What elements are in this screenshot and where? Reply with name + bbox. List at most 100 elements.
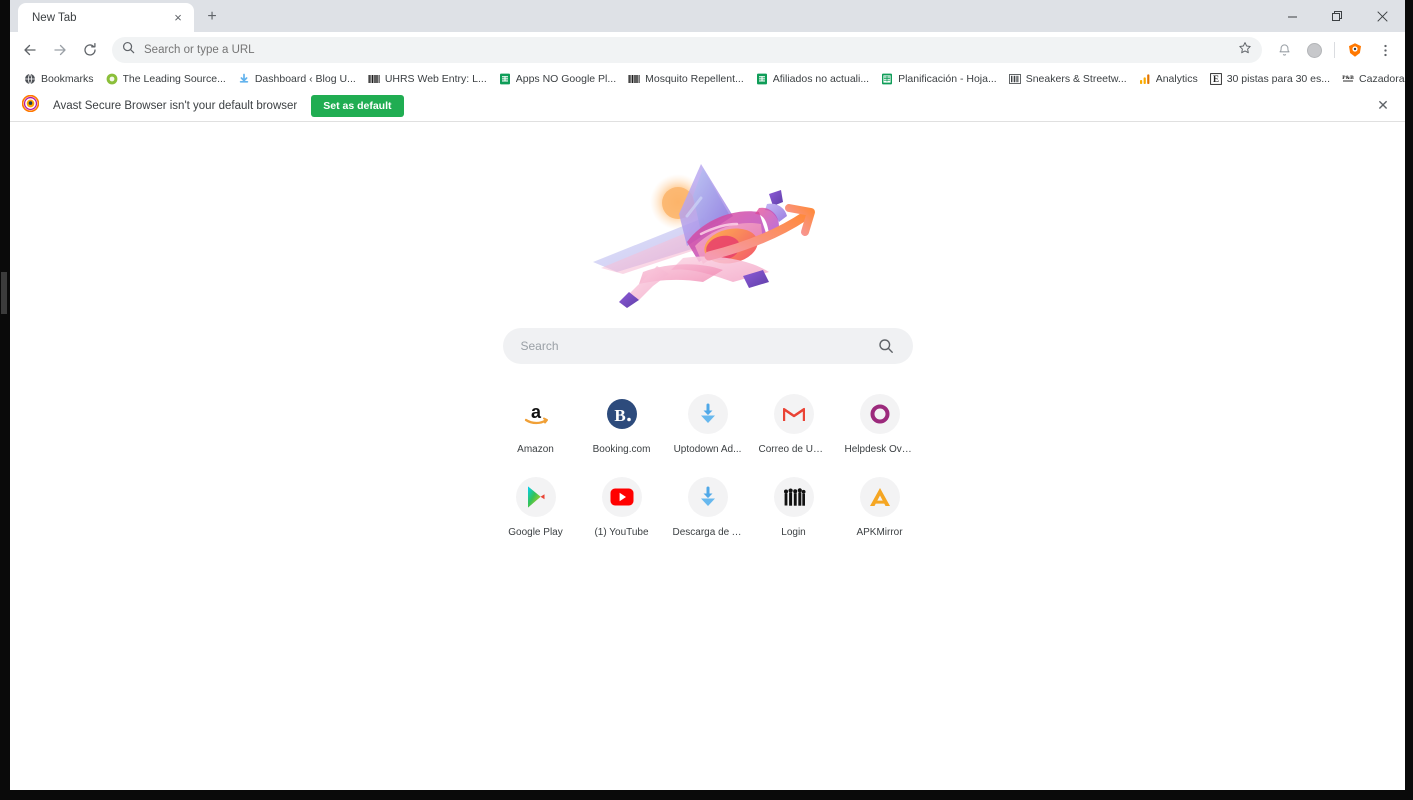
people-silhouette-icon xyxy=(773,477,814,517)
set-as-default-button[interactable]: Set as default xyxy=(311,94,404,117)
bookmark-item-the-leading-source[interactable]: The Leading Source... xyxy=(100,71,232,87)
shortcut-google-play[interactable]: Google Play xyxy=(493,477,579,538)
profile-avatar[interactable] xyxy=(1300,36,1328,64)
analytics-icon xyxy=(1139,73,1151,85)
back-icon[interactable] xyxy=(16,36,44,64)
browser-toolbar xyxy=(10,32,1405,68)
bookmark-item-30-pistas[interactable]: E 30 pistas para 30 es... xyxy=(1204,71,1336,87)
left-window-gutter xyxy=(0,0,10,800)
tab-title: New Tab xyxy=(32,11,77,24)
search-icon[interactable] xyxy=(877,337,895,355)
bookmark-item-mosquito-repellent[interactable]: Mosquito Repellent... xyxy=(622,71,750,87)
sheets-icon xyxy=(499,73,511,85)
close-icon[interactable]: × xyxy=(170,10,186,26)
shortcut-label: Descarga de A... xyxy=(672,527,743,538)
address-bar[interactable] xyxy=(112,37,1262,63)
shortcut-apkmirror[interactable]: APKMirror xyxy=(837,477,923,538)
helpdesk-ring-icon xyxy=(859,394,900,434)
amazon-icon: a xyxy=(515,394,556,434)
bookmark-label: Planificación - Hoja... xyxy=(898,72,997,85)
close-icon[interactable]: ✕ xyxy=(1373,96,1393,116)
infobar-message: Avast Secure Browser isn't your default … xyxy=(53,99,298,112)
bookmark-item-afiliados[interactable]: Afiliados no actuali... xyxy=(750,71,875,87)
close-window-icon[interactable] xyxy=(1360,0,1405,32)
bookmark-item-planificacion[interactable]: Planificación - Hoja... xyxy=(875,71,1003,87)
shortcut-label: Uptodown Ad... xyxy=(673,444,742,455)
shortcut-tiles: a Amazon B Booking.com Uptodown Ad... Co… xyxy=(493,394,923,538)
youtube-icon xyxy=(601,477,642,517)
sheets-icon xyxy=(881,73,893,85)
left-gutter-scroll-thumb[interactable] xyxy=(1,272,7,314)
pub-icon: P&B xyxy=(1342,73,1354,85)
shortcut-label: (1) YouTube xyxy=(594,527,649,538)
bottom-window-gutter xyxy=(0,790,1413,800)
reload-icon[interactable] xyxy=(76,36,104,64)
avast-extension-icon[interactable] xyxy=(1341,36,1369,64)
bookmark-label: Dashboard ‹ Blog U... xyxy=(254,72,356,85)
shortcut-correo-uptodown[interactable]: Correo de Upt... xyxy=(751,394,837,455)
bookmark-item-sneakers-streetwear[interactable]: Sneakers & Streetw... xyxy=(1003,71,1133,87)
shortcut-youtube[interactable]: (1) YouTube xyxy=(579,477,665,538)
bookmark-label: Bookmarks xyxy=(41,72,94,85)
sheets-icon xyxy=(756,73,768,85)
notifications-icon[interactable] xyxy=(1270,36,1298,64)
toolbar-divider xyxy=(1334,42,1335,58)
bookmark-label: 30 pistas para 30 es... xyxy=(1226,72,1331,85)
avast-logo-icon xyxy=(21,94,40,117)
forward-icon[interactable] xyxy=(46,36,74,64)
shortcut-label: Amazon xyxy=(517,444,554,455)
uptodown-icon xyxy=(687,477,728,517)
uptodown-icon xyxy=(687,394,728,434)
browser-menu-icon[interactable] xyxy=(1371,36,1399,64)
shortcut-login[interactable]: Login xyxy=(751,477,837,538)
shortcut-descarga-apps[interactable]: Descarga de A... xyxy=(665,477,751,538)
bookmark-item-dashboard[interactable]: Dashboard ‹ Blog U... xyxy=(232,71,362,87)
address-bar-actions xyxy=(1238,41,1252,60)
tab-new-tab[interactable]: New Tab × xyxy=(18,3,194,32)
bookmark-label: The Leading Source... xyxy=(122,72,226,85)
svg-text:a: a xyxy=(530,402,541,422)
booking-icon: B xyxy=(601,394,642,434)
running-figure-illustration xyxy=(583,150,833,310)
browser-window: New Tab × + Search or type a URL Bookmar… xyxy=(10,0,1405,790)
shortcut-label: Correo de Upt... xyxy=(758,444,829,455)
desktop-background: New Tab × + Search or type a URL Bookmar… xyxy=(0,0,1413,800)
tab-strip: New Tab × + xyxy=(10,0,1405,32)
apkmirror-icon xyxy=(859,477,900,517)
shortcut-amazon[interactable]: a Amazon xyxy=(493,394,579,455)
bookmark-label: Cazadora bomber b... xyxy=(1359,72,1405,85)
minimize-icon[interactable] xyxy=(1270,0,1315,32)
green-circle-icon xyxy=(106,73,118,85)
address-input[interactable] xyxy=(144,44,1229,56)
globe-icon xyxy=(24,73,36,85)
svg-text:E: E xyxy=(1213,74,1219,84)
new-tab-page: a Amazon B Book xyxy=(10,122,1405,790)
bookmark-item-cazadora-bomber[interactable]: P&B Cazadora bomber b... xyxy=(1336,71,1405,87)
shortcut-label: Booking.com xyxy=(592,444,651,455)
barcode-icon xyxy=(628,73,640,85)
star-icon[interactable] xyxy=(1238,41,1252,60)
shortcut-booking[interactable]: B Booking.com xyxy=(579,394,665,455)
shortcut-label: APKMirror xyxy=(856,527,903,538)
bookmark-label: UHRS Web Entry: L... xyxy=(384,72,487,85)
ntp-search-box[interactable] xyxy=(502,328,913,364)
bookmark-item-apps-no-google-play[interactable]: Apps NO Google Pl... xyxy=(493,71,622,87)
shortcut-uptodown-ad[interactable]: Uptodown Ad... xyxy=(665,394,751,455)
gmail-icon xyxy=(773,394,814,434)
shortcut-helpdesk[interactable]: Helpdesk Ove... xyxy=(837,394,923,455)
bookmark-label: Mosquito Repellent... xyxy=(645,72,744,85)
default-browser-infobar: Avast Secure Browser isn't your default … xyxy=(10,90,1405,122)
bookmark-item-uhrs-web-entry[interactable]: UHRS Web Entry: L... xyxy=(362,71,493,87)
restore-icon[interactable] xyxy=(1315,0,1360,32)
window-controls xyxy=(1270,0,1405,32)
search-input[interactable] xyxy=(520,339,877,353)
bookmark-item-bookmarks[interactable]: Bookmarks xyxy=(18,71,100,87)
new-tab-button[interactable]: + xyxy=(198,3,226,31)
search-icon xyxy=(122,41,135,59)
shortcut-label: Login xyxy=(781,527,806,538)
bookmark-item-analytics[interactable]: Analytics xyxy=(1133,71,1204,87)
letter-e-icon: E xyxy=(1209,72,1222,85)
barcode-icon xyxy=(368,73,380,85)
bookmark-label: Analytics xyxy=(1155,72,1198,85)
barcode-icon xyxy=(1008,73,1021,85)
